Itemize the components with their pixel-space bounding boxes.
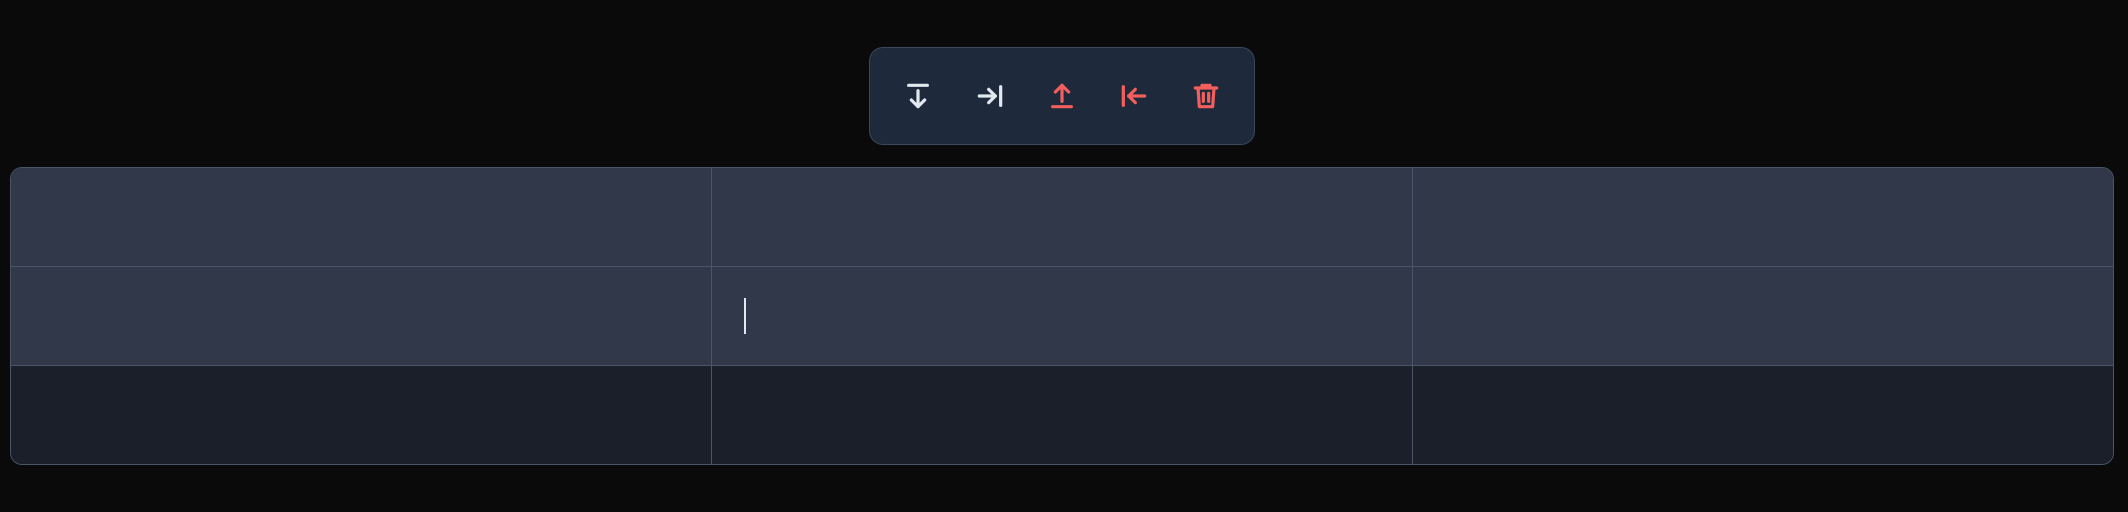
table-cell[interactable] (711, 168, 1413, 267)
delete-column-icon (1121, 85, 1147, 107)
delete-row-button[interactable] (1038, 72, 1086, 120)
table-toolbar (869, 47, 1255, 145)
delete-column-button[interactable] (1110, 72, 1158, 120)
editor-canvas (0, 0, 2128, 512)
table-row (11, 168, 2113, 267)
table-cell[interactable] (1411, 365, 2113, 464)
table-cell-active[interactable] (711, 266, 1413, 366)
table-cell[interactable] (11, 168, 713, 267)
insert-column-right-button[interactable] (966, 72, 1014, 120)
table-cell[interactable] (1411, 266, 2113, 366)
insert-row-below-button[interactable] (894, 72, 942, 120)
table-cell[interactable] (11, 365, 713, 464)
table (10, 167, 2114, 465)
table-row (11, 365, 2113, 464)
table-cell[interactable] (1411, 168, 2113, 267)
table-row (11, 266, 2113, 366)
trash-icon (1193, 83, 1219, 109)
delete-table-button[interactable] (1182, 72, 1230, 120)
delete-row-icon (1051, 83, 1073, 109)
table-cell[interactable] (711, 365, 1413, 464)
insert-column-right-icon (977, 85, 1003, 107)
table-cell[interactable] (11, 266, 713, 366)
text-caret (744, 298, 747, 334)
insert-row-below-icon (907, 83, 929, 109)
